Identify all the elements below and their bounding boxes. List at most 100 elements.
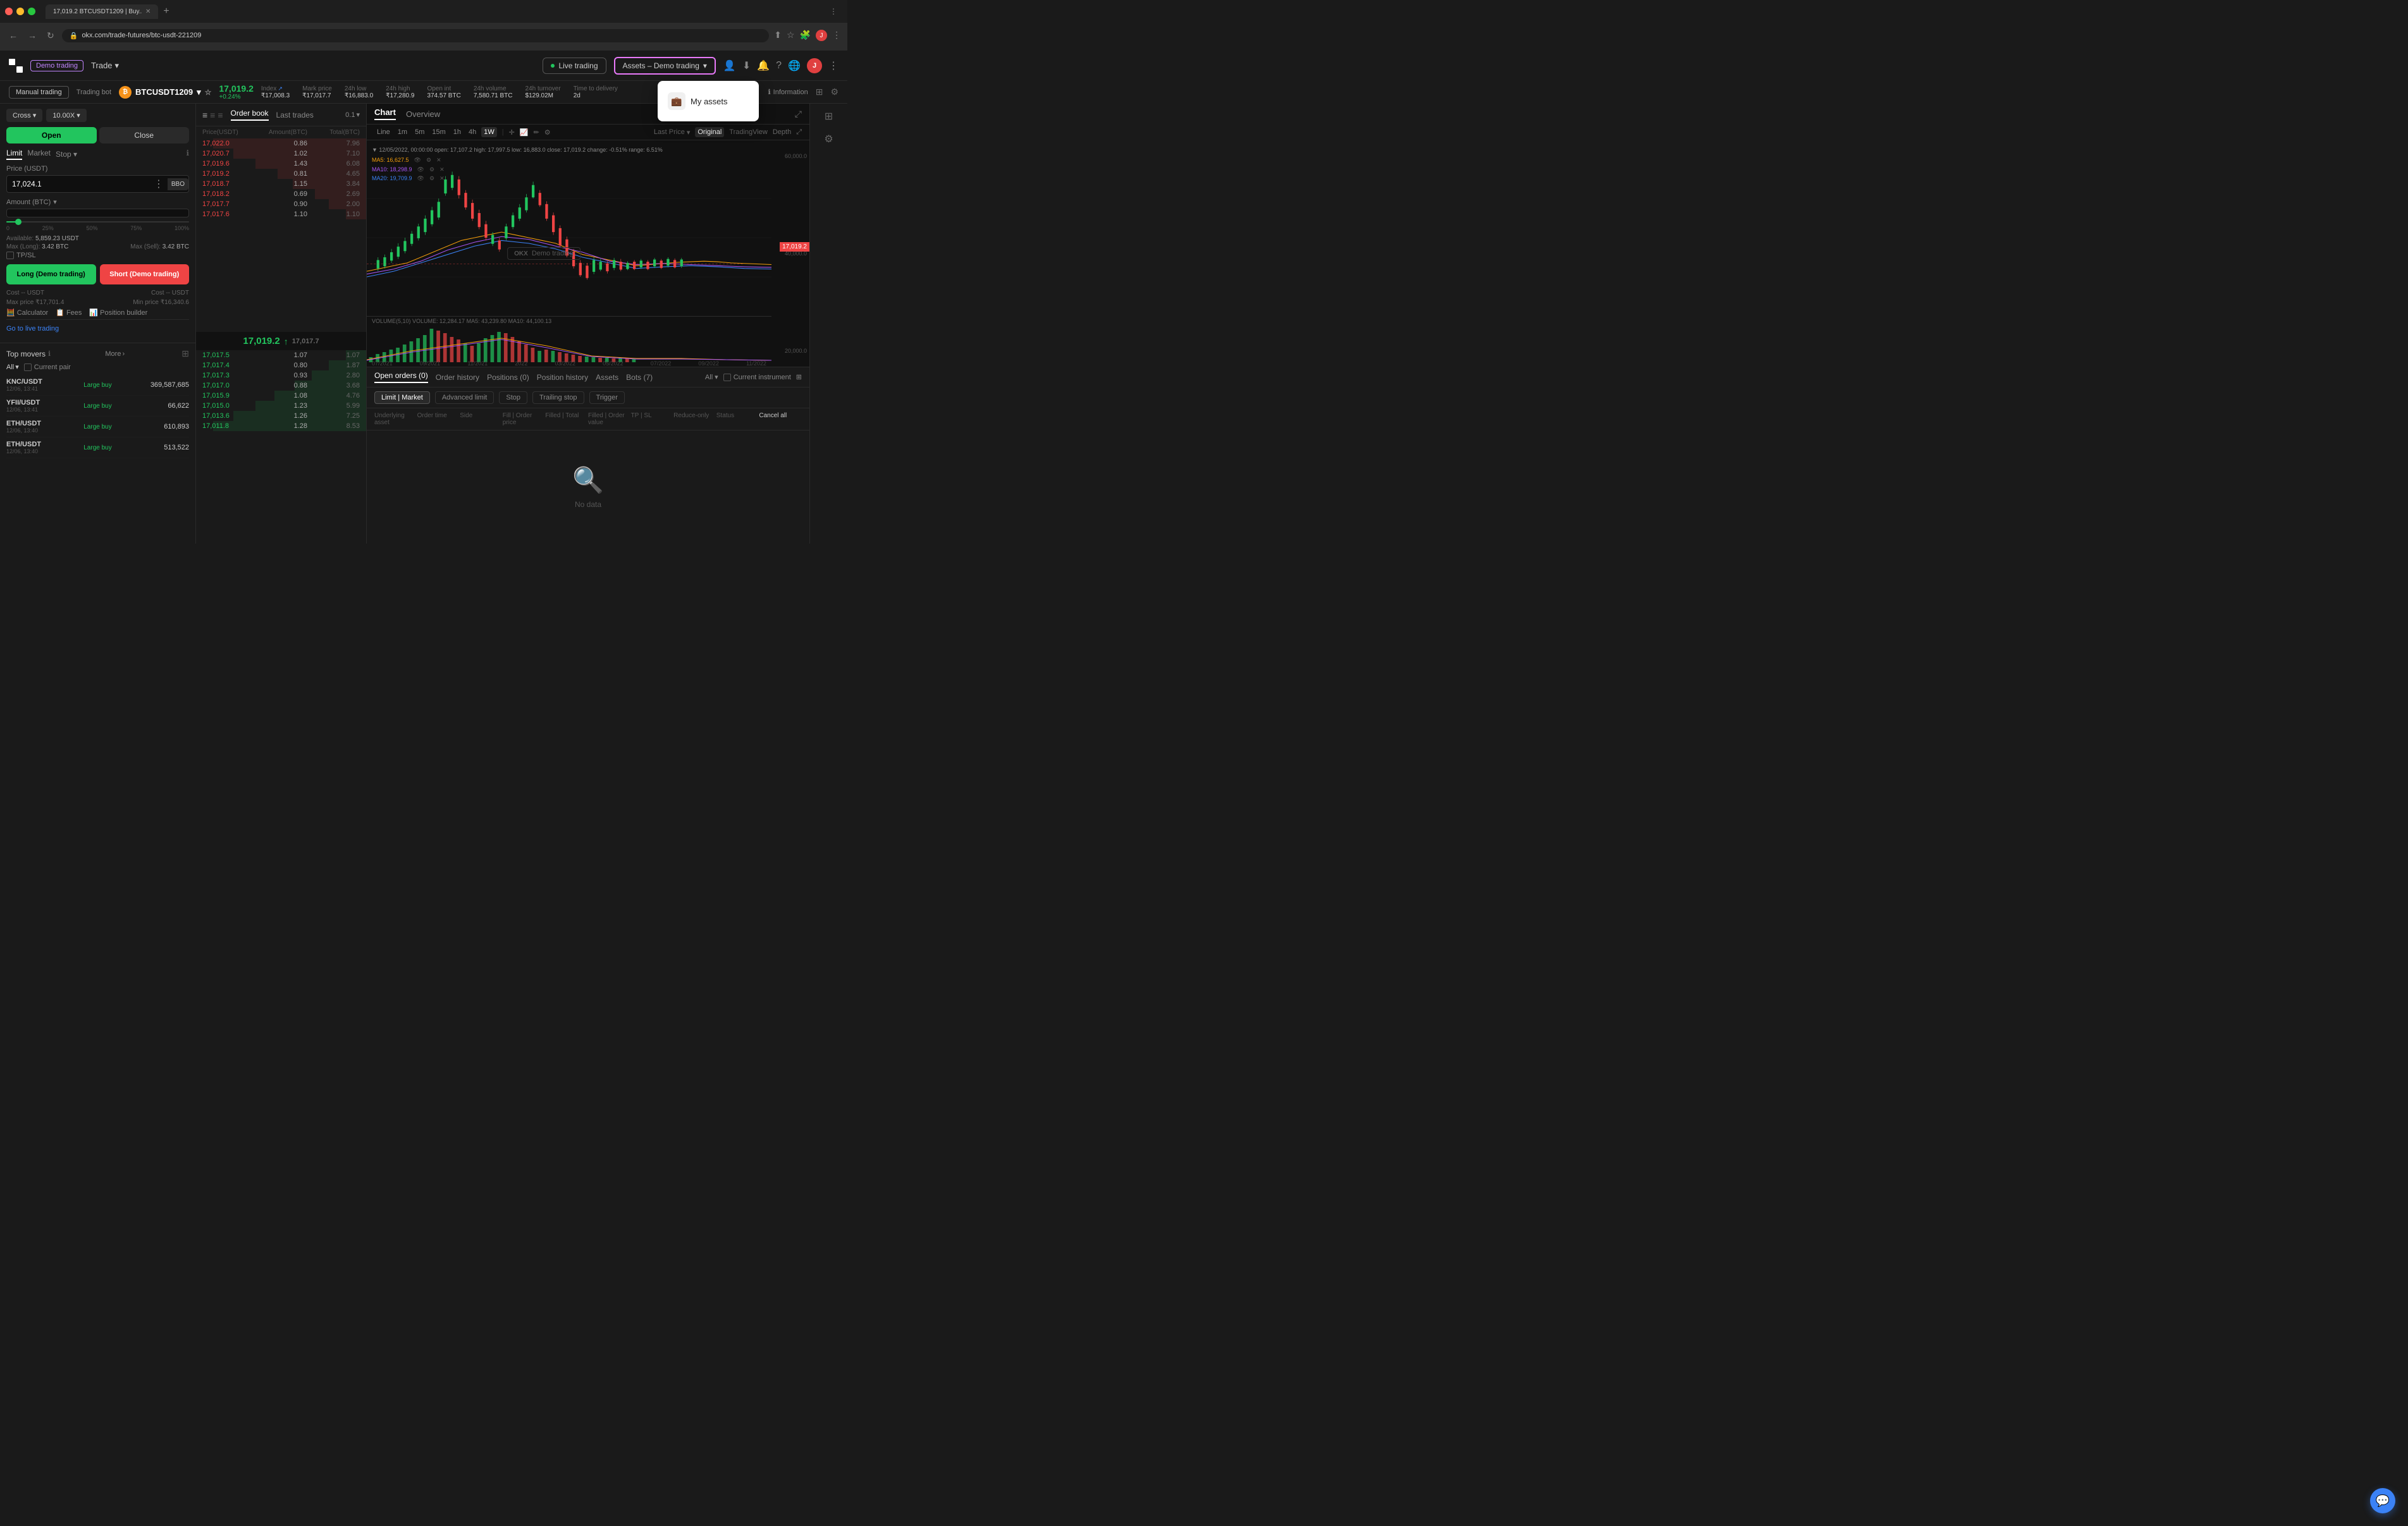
indicator-tool[interactable]: 📈 bbox=[520, 128, 529, 137]
settings-orders-icon[interactable]: ⊞ bbox=[796, 373, 802, 381]
settings-movers-icon[interactable]: ⊞ bbox=[181, 348, 189, 359]
draw-tool[interactable]: ✏ bbox=[534, 128, 539, 137]
table-row[interactable]: 17,017.3 0.93 2.80 bbox=[196, 370, 366, 381]
last-trades-tab[interactable]: Last trades bbox=[276, 111, 314, 119]
sidebar-icon-grid[interactable]: ⊞ bbox=[825, 110, 833, 123]
15m-btn[interactable]: 15m bbox=[429, 127, 448, 137]
cross-button[interactable]: Cross ▾ bbox=[6, 109, 42, 122]
table-row[interactable]: 17,019.2 0.81 4.65 bbox=[196, 169, 366, 179]
table-row[interactable]: 17,017.5 1.07 1.07 bbox=[196, 350, 366, 360]
settings-icon[interactable]: ⚙ bbox=[830, 87, 838, 97]
market-order-type[interactable]: Market bbox=[27, 149, 51, 160]
ob-bids-icon[interactable]: ≡ bbox=[218, 110, 223, 120]
new-tab-button[interactable]: + bbox=[161, 6, 171, 17]
all-filter-button[interactable]: All ▾ bbox=[6, 363, 19, 371]
advanced-limit-filter[interactable]: Advanced limit bbox=[435, 391, 494, 404]
table-row[interactable]: 17,017.6 1.10 1.10 bbox=[196, 209, 366, 219]
leverage-slider[interactable] bbox=[6, 221, 189, 223]
chart-fullscreen-icon[interactable]: ⤢ bbox=[795, 109, 802, 119]
current-instrument-checkbox[interactable]: Current instrument bbox=[723, 374, 791, 381]
5m-btn[interactable]: 5m bbox=[412, 127, 427, 137]
minimize-window-btn[interactable] bbox=[16, 8, 24, 15]
btc-pair-selector[interactable]: ₿ BTCUSDT1209 ▾ ☆ bbox=[119, 86, 211, 99]
menu-icon[interactable]: ⋮ bbox=[832, 30, 841, 41]
live-trading-button[interactable]: Live trading bbox=[543, 58, 606, 74]
limit-market-filter[interactable]: Limit | Market bbox=[374, 391, 430, 404]
table-row[interactable]: 17,015.9 1.08 4.76 bbox=[196, 391, 366, 401]
order-history-tab[interactable]: Order history bbox=[436, 373, 479, 382]
trading-bot-button[interactable]: Trading bot bbox=[77, 89, 111, 96]
ob-asks-icon[interactable]: ≡ bbox=[210, 110, 215, 120]
table-row[interactable]: 17,017.7 0.90 2.00 bbox=[196, 199, 366, 209]
table-row[interactable]: 17,019.6 1.43 6.08 bbox=[196, 159, 366, 169]
stop-filter[interactable]: Stop bbox=[499, 391, 527, 404]
table-row[interactable]: 17,015.0 1.23 5.99 bbox=[196, 401, 366, 411]
current-pair-checkbox[interactable]: Current pair bbox=[24, 363, 71, 371]
chart-expand-icon[interactable]: ⤢ bbox=[796, 128, 802, 137]
trigger-filter[interactable]: Trigger bbox=[589, 391, 625, 404]
assets-demo-button[interactable]: Assets – Demo trading ▾ bbox=[614, 57, 716, 75]
1h-btn[interactable]: 1h bbox=[451, 127, 464, 137]
table-row[interactable]: 17,022.0 0.86 7.96 bbox=[196, 138, 366, 149]
help-icon[interactable]: ? bbox=[776, 60, 782, 71]
manual-trading-button[interactable]: Manual trading bbox=[9, 86, 69, 99]
top-movers-info-icon[interactable]: ℹ bbox=[48, 350, 51, 358]
table-row[interactable]: 17,013.6 1.26 7.25 bbox=[196, 411, 366, 421]
okx-logo[interactable] bbox=[9, 59, 23, 73]
table-row[interactable]: 17,017.0 0.88 3.68 bbox=[196, 381, 366, 391]
extensions-icon[interactable]: 🧩 bbox=[800, 30, 811, 41]
list-item[interactable]: KNC/USDT 12/06, 13:41 Large buy 369,587,… bbox=[6, 375, 189, 396]
user-avatar[interactable]: J bbox=[807, 58, 822, 73]
trade-nav-menu[interactable]: Trade ▾ bbox=[91, 61, 119, 71]
table-row[interactable]: 17,011.8 1.28 8.53 bbox=[196, 421, 366, 431]
original-view-btn[interactable]: Original bbox=[695, 127, 724, 137]
browser-tab[interactable]: 17,019.2 BTCUSDT1209 | Buy... ✕ bbox=[46, 4, 158, 19]
download-icon[interactable]: ⬇ bbox=[742, 59, 751, 72]
tradingview-btn[interactable]: TradingView bbox=[729, 128, 768, 136]
tpsl-checkbox[interactable] bbox=[6, 252, 14, 259]
refresh-btn[interactable]: ↻ bbox=[44, 29, 57, 42]
notifications-icon[interactable]: 🔔 bbox=[757, 59, 770, 72]
profile-icon[interactable]: J bbox=[816, 30, 827, 41]
star-icon[interactable]: ☆ bbox=[205, 88, 212, 97]
tab-close-btn[interactable]: ✕ bbox=[145, 8, 150, 15]
more-link[interactable]: More › bbox=[105, 350, 125, 358]
sidebar-icon-settings[interactable]: ⚙ bbox=[824, 133, 833, 145]
more-options-icon[interactable]: ⋮ bbox=[828, 59, 838, 72]
chat-button[interactable]: 💬 bbox=[2370, 1488, 2395, 1513]
trailing-stop-filter[interactable]: Trailing stop bbox=[532, 391, 584, 404]
my-assets-item[interactable]: 💼 My assets bbox=[658, 86, 759, 116]
price-input[interactable] bbox=[7, 176, 150, 192]
close-window-btn[interactable] bbox=[5, 8, 13, 15]
demo-trading-badge[interactable]: Demo trading bbox=[30, 60, 83, 71]
list-item[interactable]: YFII/USDT 12/06, 13:41 Large buy 66,622 bbox=[6, 396, 189, 417]
table-row[interactable]: 17,020.7 1.02 7.10 bbox=[196, 149, 366, 159]
depth-btn[interactable]: Depth bbox=[773, 128, 791, 136]
positions-tab[interactable]: Positions (0) bbox=[487, 373, 529, 382]
last-price-selector[interactable]: Last Price ▾ bbox=[654, 128, 690, 137]
calculator-tool[interactable]: 🧮 Calculator bbox=[6, 308, 48, 317]
bbo-button[interactable]: BBO bbox=[168, 178, 188, 190]
amount-input-box[interactable] bbox=[6, 209, 189, 217]
forward-btn[interactable]: → bbox=[25, 29, 39, 42]
language-icon[interactable]: 🌐 bbox=[788, 59, 801, 72]
position-builder-tool[interactable]: 📊 Position builder bbox=[89, 308, 147, 317]
stop-order-type[interactable]: Stop ▾ bbox=[56, 149, 77, 160]
layout-icon[interactable]: ⊞ bbox=[816, 87, 823, 97]
fees-tool[interactable]: 📋 Fees bbox=[56, 308, 82, 317]
open-orders-tab[interactable]: Open orders (0) bbox=[374, 371, 428, 383]
user-profile-icon[interactable]: 👤 bbox=[723, 59, 736, 72]
chart-tab[interactable]: Chart bbox=[374, 107, 396, 120]
back-btn[interactable]: ← bbox=[6, 29, 20, 42]
settings-tool[interactable]: ⚙ bbox=[544, 128, 551, 137]
maximize-window-btn[interactable] bbox=[28, 8, 35, 15]
price-stepper[interactable]: ⋮ bbox=[150, 178, 168, 190]
list-item[interactable]: ETH/USDT 12/06, 13:40 Large buy 513,522 bbox=[6, 437, 189, 458]
position-history-tab[interactable]: Position history bbox=[537, 373, 588, 382]
table-row[interactable]: 17,017.4 0.80 1.87 bbox=[196, 360, 366, 370]
crosshair-tool[interactable]: ✛ bbox=[509, 128, 515, 137]
order-book-tab[interactable]: Order book bbox=[231, 109, 269, 121]
short-demo-button[interactable]: Short (Demo trading) bbox=[100, 264, 190, 284]
bots-tab[interactable]: Bots (7) bbox=[626, 373, 653, 382]
order-info-icon[interactable]: ℹ bbox=[186, 149, 189, 160]
